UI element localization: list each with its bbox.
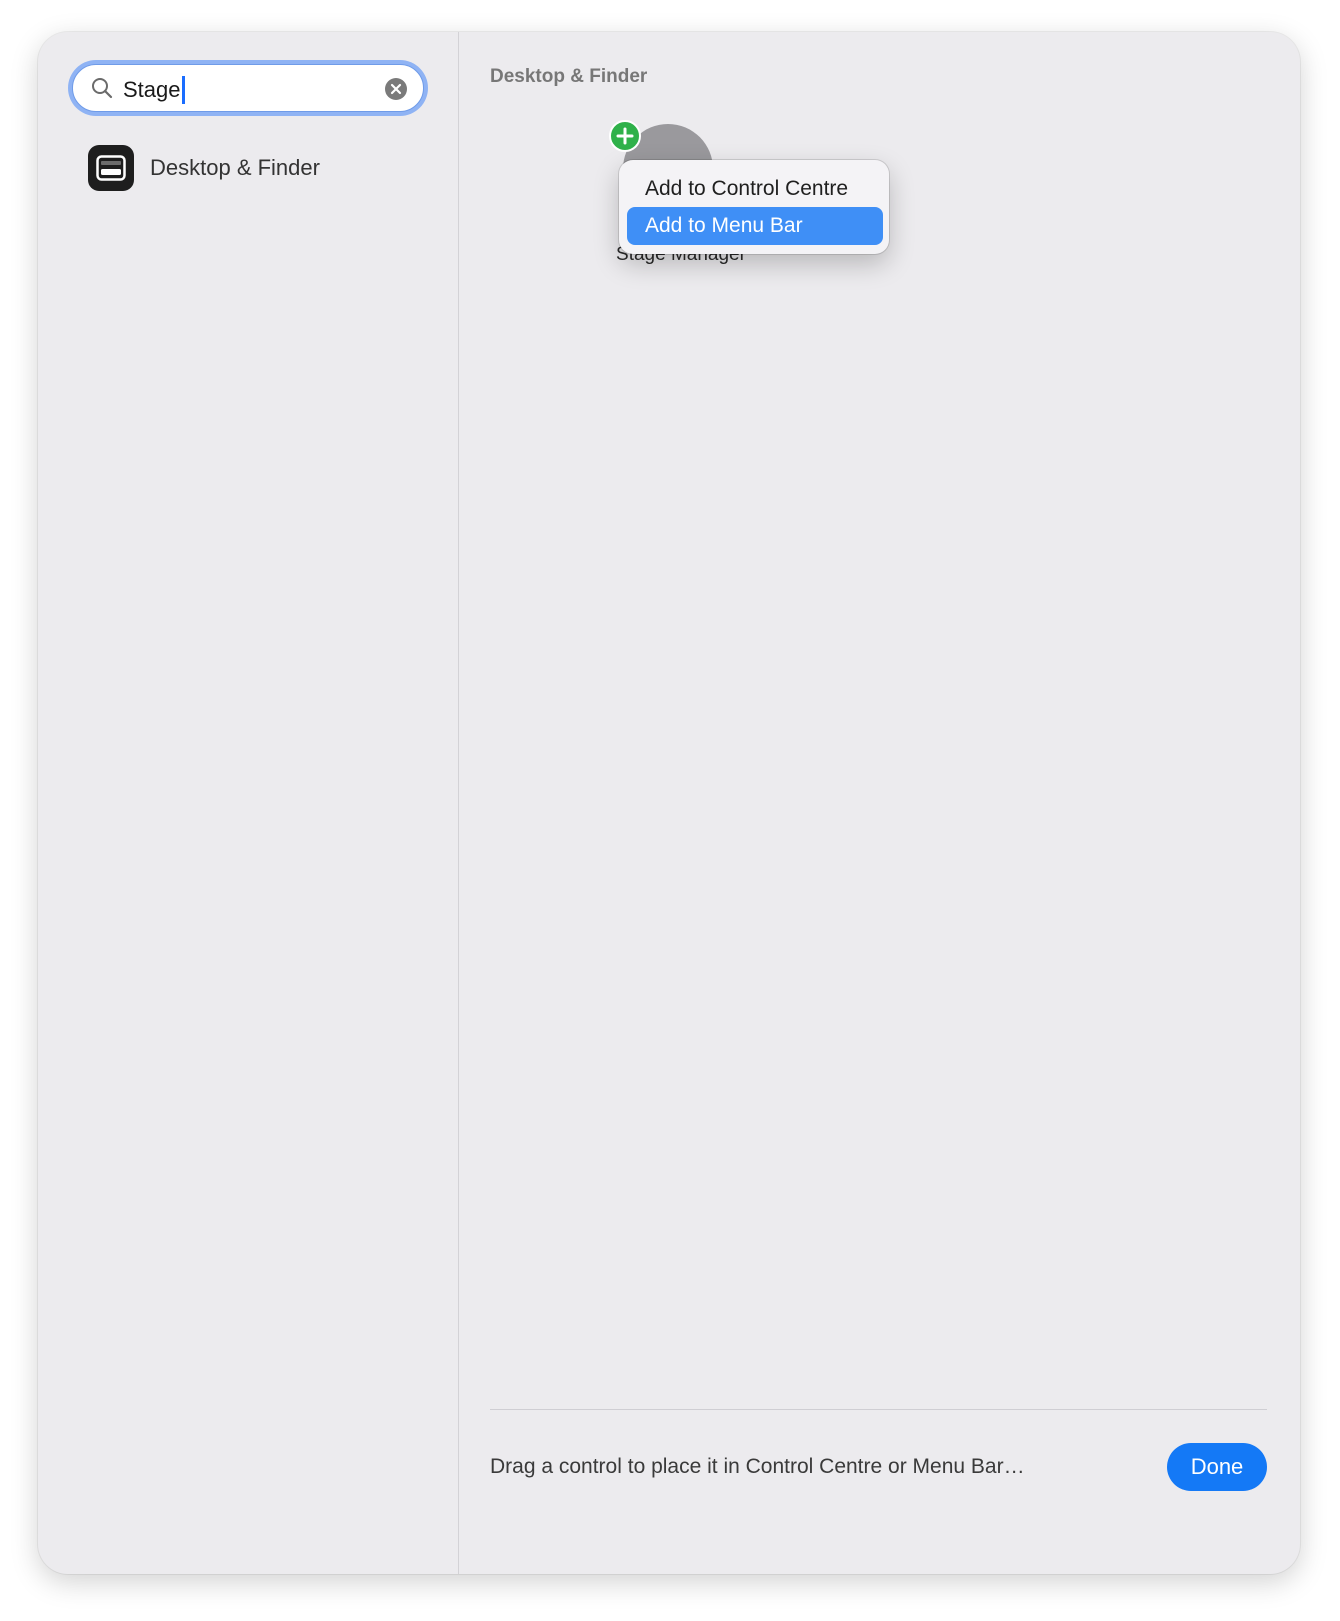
search-input[interactable]: Stage — [123, 76, 185, 104]
menu-item-add-to-control-centre[interactable]: Add to Control Centre — [627, 170, 883, 208]
footer-divider — [490, 1409, 1267, 1410]
magnifying-glass-icon — [92, 78, 113, 99]
x-circle-icon[interactable] — [385, 78, 407, 100]
sidebar-item-label: Desktop & Finder — [150, 155, 320, 180]
search-input-value: Stage — [123, 77, 181, 102]
main-panel: Desktop & Finder Stage Manager Add to Co… — [459, 32, 1300, 1574]
control-picker-window: Stage Desktop & Finder Desktop & Finder — [38, 32, 1300, 1574]
footer-hint: Drag a control to place it in Control Ce… — [490, 1455, 1025, 1478]
menu-item-add-to-menu-bar[interactable]: Add to Menu Bar — [627, 207, 883, 245]
sidebar: Stage Desktop & Finder — [38, 32, 459, 1574]
sidebar-item-desktop-finder[interactable]: Desktop & Finder — [88, 144, 320, 192]
desktop-window-icon — [88, 145, 134, 191]
plus-icon[interactable] — [609, 120, 641, 152]
search-field[interactable]: Stage — [72, 64, 424, 112]
done-button[interactable]: Done — [1167, 1443, 1267, 1491]
text-caret — [181, 76, 185, 104]
section-title: Desktop & Finder — [490, 66, 648, 87]
context-menu: Add to Control Centre Add to Menu Bar — [619, 160, 889, 254]
